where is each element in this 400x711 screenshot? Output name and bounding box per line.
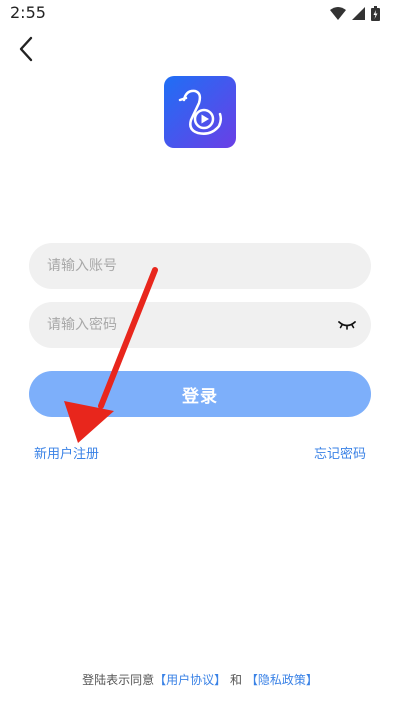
signal-icon xyxy=(352,7,365,20)
password-input[interactable] xyxy=(29,302,371,348)
privacy-policy-link[interactable]: 【隐私政策】 xyxy=(246,673,318,687)
app-logo xyxy=(164,76,236,148)
agreement-prefix: 登陆表示同意 xyxy=(82,673,155,687)
status-bar: 2:55 xyxy=(0,0,400,28)
agreement-conjunction: 和 xyxy=(230,673,243,687)
account-field-container xyxy=(29,243,371,289)
login-button[interactable]: 登录 xyxy=(29,371,371,417)
user-agreement-link[interactable]: 【用户协议】 xyxy=(154,673,226,687)
back-arrow-icon xyxy=(19,36,33,62)
register-link[interactable]: 新用户注册 xyxy=(34,443,99,462)
battery-icon xyxy=(371,6,380,21)
wifi-icon xyxy=(330,7,346,20)
swan-play-logo xyxy=(164,76,236,148)
status-icons xyxy=(330,6,380,21)
eye-closed-icon[interactable] xyxy=(337,316,357,334)
back-button[interactable] xyxy=(10,33,42,65)
forgot-password-link[interactable]: 忘记密码 xyxy=(314,443,366,462)
status-time: 2:55 xyxy=(10,3,46,22)
password-field-container xyxy=(29,302,371,348)
account-input[interactable] xyxy=(29,243,371,289)
agreement-text: 登陆表示同意【用户协议】 和 【隐私政策】 xyxy=(0,671,400,688)
